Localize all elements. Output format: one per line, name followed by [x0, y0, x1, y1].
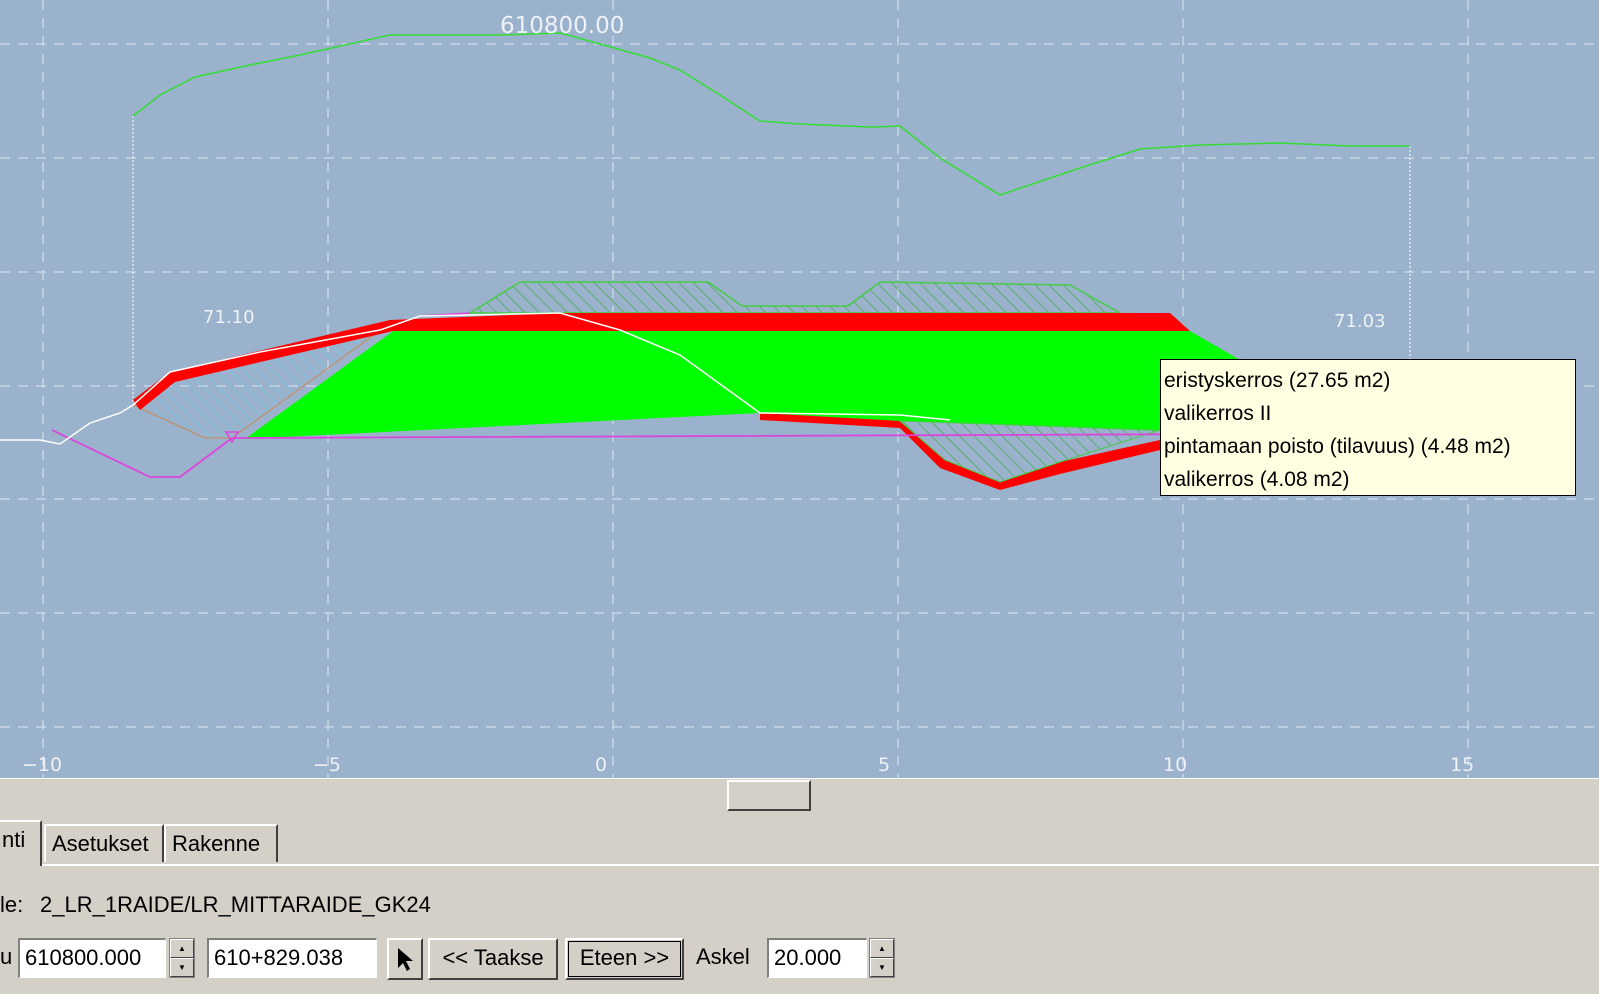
x-tick: −5: [313, 754, 341, 776]
forward-button[interactable]: Eteen >>: [565, 938, 684, 980]
file-value: 2_LR_1RAIDE/LR_MITTARAIDE_GK24: [40, 892, 431, 917]
km-input[interactable]: 610+829.038: [207, 938, 377, 978]
spin-up-icon[interactable]: ▲: [170, 939, 194, 958]
tooltip-line: valikerros (4.08 m2): [1164, 468, 1350, 491]
layer-tooltip: eristyskerros (27.65 m2) valikerros II p…: [1160, 359, 1576, 496]
scrollbar-thumb[interactable]: [727, 780, 811, 811]
terrain-line: [132, 32, 1410, 196]
spin-up-icon[interactable]: ▲: [870, 939, 894, 958]
station-spinner[interactable]: ▲ ▼: [169, 938, 195, 978]
x-tick: 0: [595, 754, 607, 776]
tooltip-line: eristyskerros (27.65 m2): [1164, 369, 1391, 392]
tab-asetukset[interactable]: Asetukset: [44, 824, 164, 862]
control-panel: nti Asetukset Rakenne le: 2_LR_1RAIDE/LR_…: [0, 814, 1599, 994]
x-tick: 5: [878, 754, 890, 776]
cursor-arrow-icon: [398, 948, 413, 971]
tooltip-line: valikerros II: [1164, 402, 1272, 425]
tooltip-line: pintamaan poisto (tilavuus) (4.48 m2): [1164, 435, 1511, 458]
left-elevation-label: 71.10: [203, 307, 255, 328]
x-tick: 10: [1163, 754, 1187, 776]
right-elevation-label: 71.03: [1334, 311, 1386, 332]
x-tick: 15: [1450, 754, 1474, 776]
station-label: 610800.00: [500, 13, 624, 39]
file-label: le:: [0, 892, 24, 917]
cross-section-canvas[interactable]: 610800.00 71.10 71.03 −10 −5 0 5 10 15 e…: [0, 0, 1599, 778]
step-input[interactable]: 20.000: [767, 938, 867, 978]
station-input[interactable]: 610800.000: [18, 938, 166, 978]
horizontal-scrollbar[interactable]: [0, 778, 1599, 815]
back-button[interactable]: << Taakse: [428, 938, 558, 980]
hatched-top-area: [467, 281, 1123, 314]
embankment-fill: [245, 331, 1240, 439]
spin-down-icon[interactable]: ▼: [870, 958, 894, 977]
step-spinner[interactable]: ▲ ▼: [869, 938, 895, 978]
station-field-label: u: [0, 944, 13, 969]
x-tick: −10: [22, 754, 62, 776]
step-label: Askel: [696, 944, 750, 969]
tab-active[interactable]: nti: [0, 820, 42, 866]
pick-point-button[interactable]: [387, 938, 423, 980]
file-row: le: 2_LR_1RAIDE/LR_MITTARAIDE_GK24: [0, 892, 431, 918]
tab-divider: [42, 864, 1599, 866]
tab-rakenne[interactable]: Rakenne: [164, 824, 278, 862]
spin-down-icon[interactable]: ▼: [170, 958, 194, 977]
